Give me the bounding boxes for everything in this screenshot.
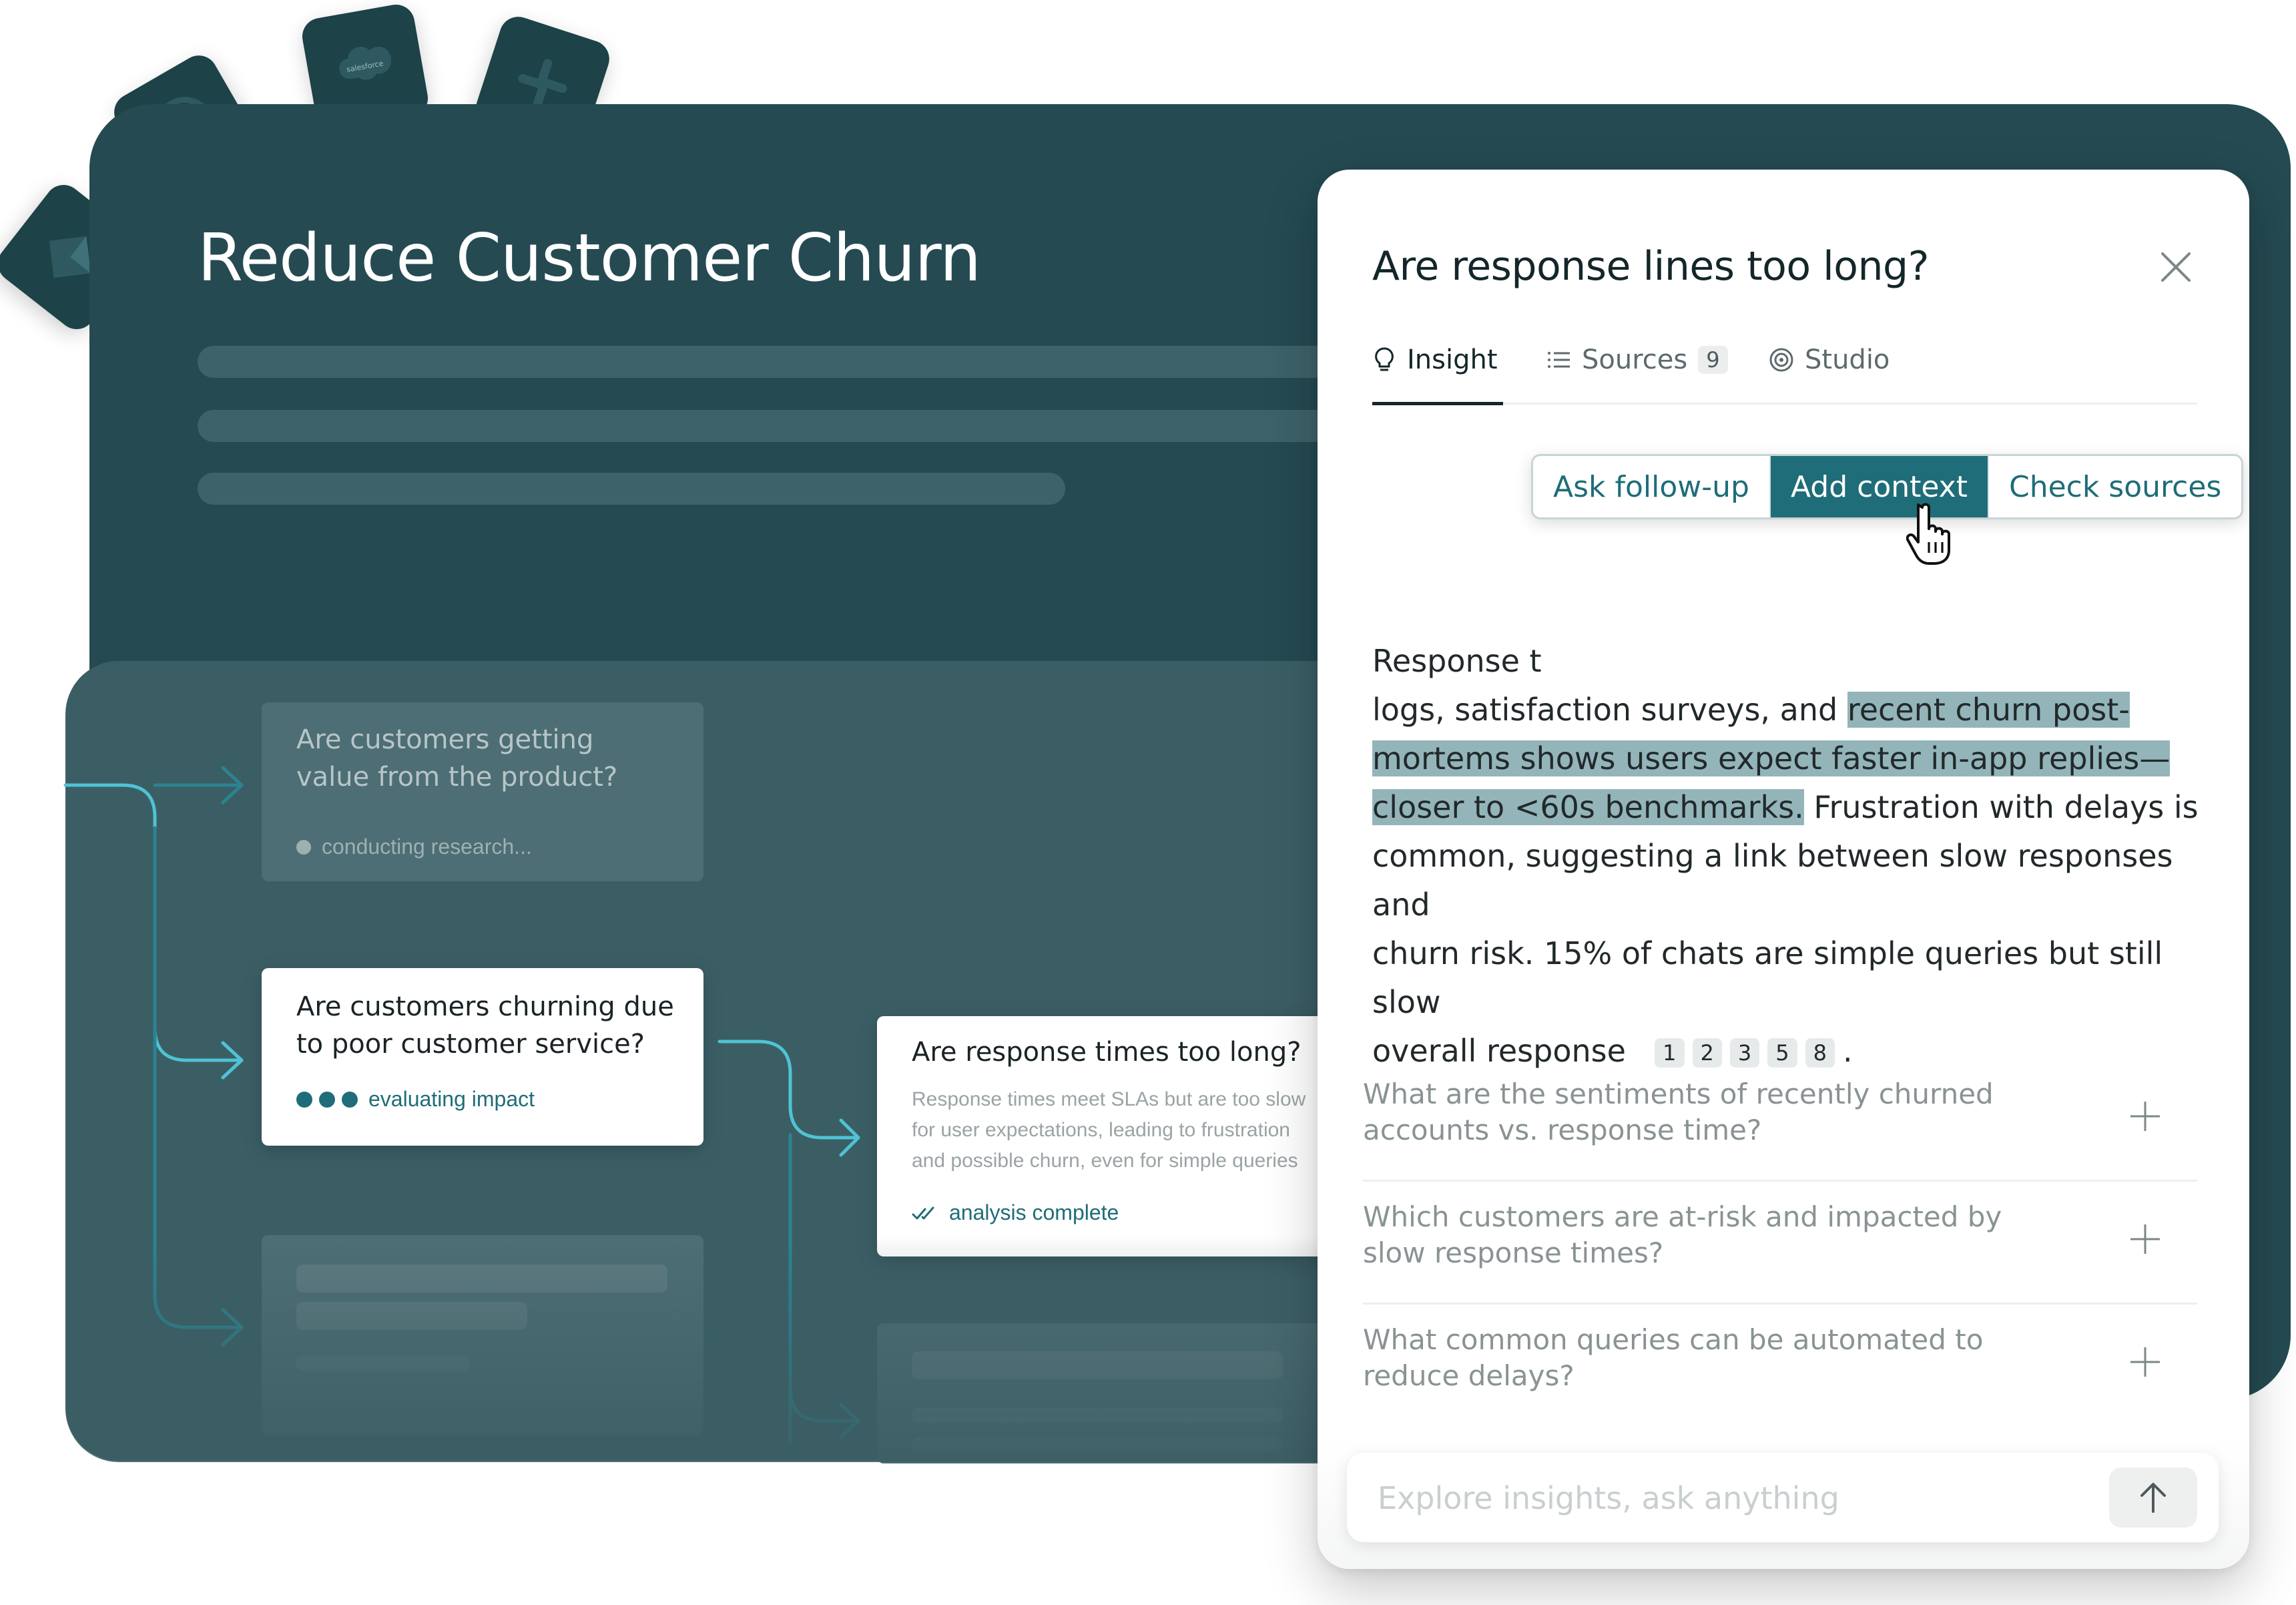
status-dot-icon (296, 839, 311, 855)
insight-line: Response t (1372, 643, 1542, 679)
flow-node-response[interactable]: Are response times too long? Response ti… (877, 1016, 1344, 1256)
arrow-up-icon (2140, 1483, 2166, 1513)
insight-panel: Are response lines too long? Insight Sou… (1318, 170, 2249, 1569)
studio-icon (1769, 348, 1793, 372)
suggested-question[interactable]: Which customers are at-risk and impacted… (1363, 1182, 2197, 1305)
flow-node-placeholder (262, 1235, 703, 1435)
node-status: evaluating impact (296, 1087, 535, 1112)
node-title: Are response times too long? (912, 1037, 1302, 1068)
sources-count-badge: 9 (1698, 346, 1728, 374)
insight-line: common, suggesting a link between slow r… (1372, 838, 2173, 923)
active-tab-indicator (1372, 402, 1503, 405)
tab-studio[interactable]: Studio (1769, 345, 1890, 375)
highlighted-text[interactable]: recent churn post- (1847, 692, 2130, 728)
close-icon[interactable] (2156, 247, 2196, 287)
insight-text[interactable]: Response t logs, satisfaction surveys, a… (1372, 637, 2207, 1076)
flow-node-churn[interactable]: Are customers churning due to poor custo… (262, 968, 703, 1146)
lightbulb-icon (1375, 347, 1394, 371)
suggested-question[interactable]: What are the sentiments of recently chur… (1363, 1059, 2197, 1182)
node-status-text: conducting research... (322, 835, 532, 859)
tab-insight[interactable]: Insight (1372, 345, 1498, 375)
flow-node-placeholder (877, 1323, 1344, 1463)
node-status-text: analysis complete (949, 1200, 1119, 1224)
hand-cursor-icon (1906, 503, 1950, 565)
highlighted-text[interactable]: closer to <60s benchmarks. (1372, 789, 1804, 825)
flow-node-value[interactable]: Are customers getting value from the pro… (262, 702, 703, 881)
selection-action-menu: Ask follow-up Add context Check sources (1531, 454, 2244, 519)
insight-line: Frustration with delays is (1803, 789, 2199, 825)
node-description-line: for user expectations, leading to frustr… (912, 1119, 1290, 1141)
node-status: conducting research... (296, 835, 532, 859)
plus-icon[interactable] (2126, 1220, 2164, 1258)
node-title: Are customers churning due to poor custo… (296, 991, 674, 1060)
plus-icon[interactable] (2126, 1098, 2164, 1135)
ask-follow-up-button[interactable]: Ask follow-up (1533, 456, 1769, 517)
chat-input-box (1347, 1453, 2219, 1542)
send-button[interactable] (2109, 1467, 2197, 1528)
list-icon (1548, 352, 1570, 368)
node-title: Are customers getting value from the pro… (296, 724, 618, 792)
highlighted-text[interactable]: mortems shows users expect faster in-app… (1372, 740, 2171, 776)
node-description-line: Response times meet SLAs but are too slo… (912, 1088, 1306, 1110)
tab-sources[interactable]: Sources 9 (1547, 345, 1728, 375)
question-text: What are the sentiments of recently chur… (1363, 1078, 1994, 1146)
double-check-icon (912, 1206, 934, 1219)
tab-label: Sources (1582, 345, 1688, 375)
progress-dots-icon (296, 1091, 358, 1108)
question-text: What common queries can be automated to … (1363, 1323, 1984, 1392)
question-text: Which customers are at-risk and impacted… (1363, 1200, 2002, 1269)
tab-label: Studio (1805, 345, 1890, 375)
panel-title: Are response lines too long? (1372, 243, 1929, 290)
plus-icon[interactable] (2126, 1343, 2164, 1381)
chat-input[interactable] (1376, 1475, 2100, 1521)
insight-line: logs, satisfaction surveys, and (1372, 692, 1847, 728)
node-status-text: evaluating impact (368, 1087, 535, 1111)
insight-line: churn risk. 15% of chats are simple quer… (1372, 935, 2163, 1020)
suggested-question[interactable]: What common queries can be automated to … (1363, 1305, 2197, 1427)
node-status: analysis complete (912, 1200, 1119, 1225)
node-description-line: and possible churn, even for simple quer… (912, 1150, 1298, 1172)
check-sources-button[interactable]: Check sources (1987, 456, 2241, 517)
tab-label: Insight (1407, 345, 1498, 375)
